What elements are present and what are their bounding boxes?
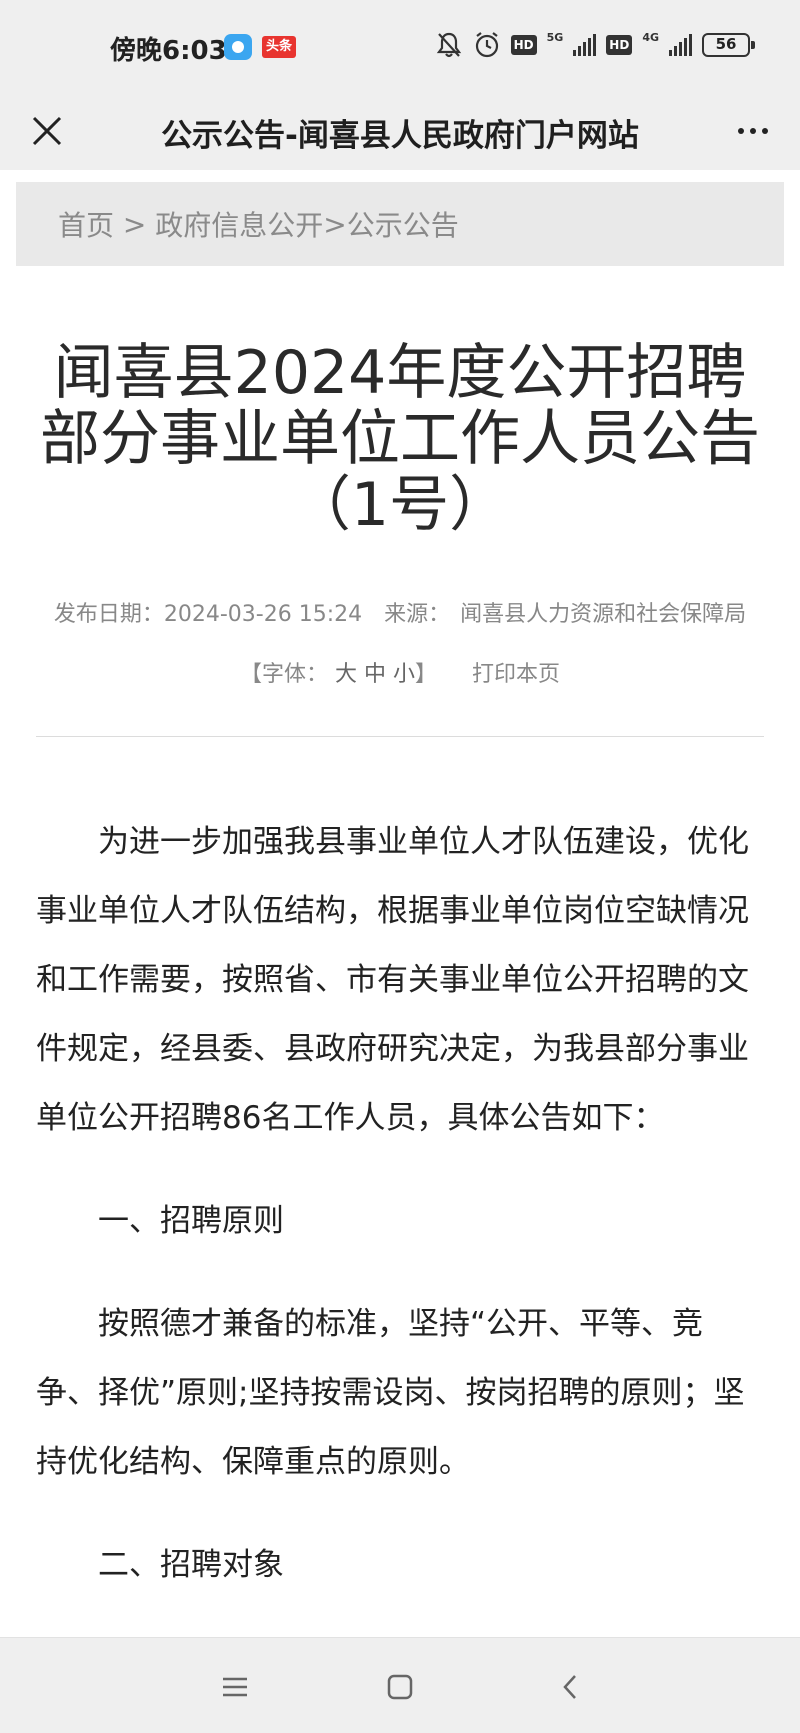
hd-icon-2: HD [606, 35, 633, 55]
recent-apps-button[interactable] [210, 1662, 260, 1712]
source-label: 来源： [384, 602, 451, 627]
font-medium-button[interactable]: 中 [364, 662, 386, 687]
status-icons: HD 5G HD 4G 56 [435, 30, 755, 60]
alarm-clock-icon [473, 30, 501, 60]
hd-icon: HD [510, 35, 537, 55]
publish-date-label: 发布日期： [53, 602, 164, 627]
toutiao-app-icon: 头条 [262, 36, 297, 58]
battery-icon: 56 [702, 33, 755, 57]
intro-paragraph: 为进一步加强我县事业单位人才队伍建设，优化事业单位人才队伍结构，根据事业单位岗位… [36, 824, 749, 1136]
font-size-open: 【字体： [239, 662, 328, 687]
font-large-button[interactable]: 大 [335, 662, 357, 687]
breadcrumb: 首页 > 政府信息公开 > 公示公告 [16, 182, 784, 266]
menu-icon [223, 1677, 247, 1697]
breadcrumb-section-link[interactable]: 政府信息公开 [155, 204, 323, 244]
home-button[interactable] [375, 1662, 425, 1712]
article-body[interactable]: 为进一步加强我县事业单位人才队伍建设，优化事业单位人才队伍结构，根据事业单位岗位… [36, 808, 764, 1600]
section-heading: 一、招聘原则 [98, 1203, 284, 1239]
divider [36, 736, 764, 737]
more-dot-icon [762, 128, 768, 134]
article-tools: 【字体： 大 中 小】 打印本页 [30, 656, 770, 688]
breadcrumb-home-link[interactable]: 首页 [58, 204, 114, 244]
system-nav-bar [0, 1637, 800, 1733]
font-size-close: 】 [415, 662, 438, 687]
signal-bars-icon [573, 34, 597, 56]
back-chevron-icon [563, 1675, 576, 1699]
page-title: 公示公告-闻喜县人民政府门户网站 [161, 118, 639, 154]
close-icon [32, 116, 62, 146]
home-square-icon [387, 1674, 413, 1700]
close-button[interactable] [22, 106, 72, 156]
breadcrumb-separator: > [323, 207, 347, 241]
article-title: 闻喜县2024年度公开招聘部分事业单位工作人员公告（1号） [40, 338, 760, 540]
app-bar: 公示公告-闻喜县人民政府门户网站 [0, 92, 800, 170]
notification-app-icon [224, 34, 252, 60]
more-dot-icon [738, 128, 744, 134]
source-value: 闻喜县人力资源和社会保障局 [460, 602, 747, 627]
network-5g-label: 5G [546, 30, 564, 44]
signal-bars-icon-2 [669, 34, 692, 56]
page: 傍晚6:03 头条 HD 5G HD 4G 56 公示公告-闻喜县人民政府门户网… [0, 0, 800, 1733]
breadcrumb-separator: > [114, 207, 156, 241]
section-paragraph: 按照德才兼备的标准，坚持“公开、平等、竞争、择优”原则;坚持按需设岗、按岗招聘的… [36, 1306, 745, 1480]
section-heading: 二、招聘对象 [98, 1547, 284, 1583]
article-meta: 发布日期：2024-03-26 15:24 来源： 闻喜县人力资源和社会保障局 [30, 596, 770, 628]
mute-bell-icon [435, 30, 463, 60]
publish-date: 2024-03-26 15:24 [163, 602, 363, 627]
font-small-button[interactable]: 小 [393, 662, 415, 687]
network-4g-label: 4G [642, 30, 659, 44]
print-page-link[interactable]: 打印本页 [472, 662, 560, 687]
more-dot-icon [750, 128, 756, 134]
status-time: 傍晚6:03 [110, 36, 227, 66]
breadcrumb-current-link[interactable]: 公示公告 [347, 204, 459, 244]
status-bar: 傍晚6:03 头条 HD 5G HD 4G 56 [0, 0, 800, 92]
more-options-button[interactable] [728, 106, 778, 156]
back-button[interactable] [545, 1662, 595, 1712]
